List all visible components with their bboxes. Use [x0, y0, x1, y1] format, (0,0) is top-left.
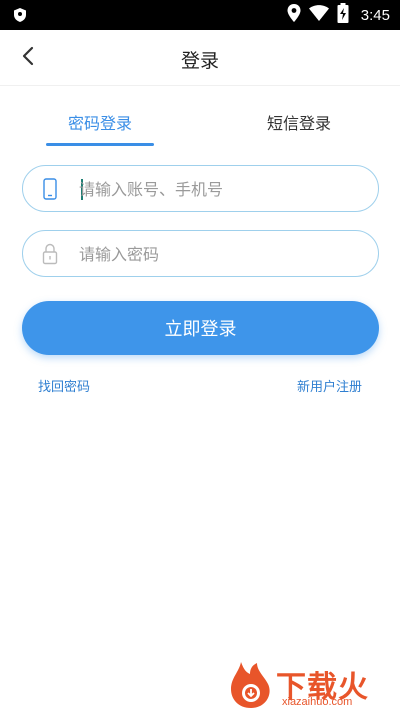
status-time: 3:45	[360, 6, 390, 24]
login-tabs: 密码登录 短信登录	[0, 98, 400, 150]
phone-icon	[39, 177, 61, 201]
tab-password-login[interactable]: 密码登录	[68, 110, 132, 134]
account-field[interactable]	[22, 165, 379, 212]
lock-icon	[39, 242, 61, 266]
tab-sms-login[interactable]: 短信登录	[267, 110, 331, 134]
status-bar: 3:45	[0, 0, 400, 30]
password-field[interactable]	[22, 230, 379, 277]
wifi-icon	[308, 5, 329, 25]
battery-charging-icon	[337, 3, 349, 27]
shield-icon	[12, 7, 28, 23]
forgot-password-link[interactable]: 找回密码	[38, 376, 90, 395]
account-input[interactable]	[79, 174, 364, 204]
page-title: 登录	[180, 50, 219, 72]
watermark: 下载火 xiazaihuo.com	[226, 660, 394, 710]
watermark-url: xiazaihuo.com	[282, 696, 353, 708]
header: 登录	[0, 30, 400, 86]
register-link[interactable]: 新用户注册	[297, 376, 362, 395]
location-icon	[287, 4, 301, 26]
password-input[interactable]	[79, 239, 364, 269]
flame-logo-icon	[226, 660, 276, 710]
login-button[interactable]: 立即登录	[22, 301, 379, 355]
active-tab-indicator	[46, 143, 154, 146]
